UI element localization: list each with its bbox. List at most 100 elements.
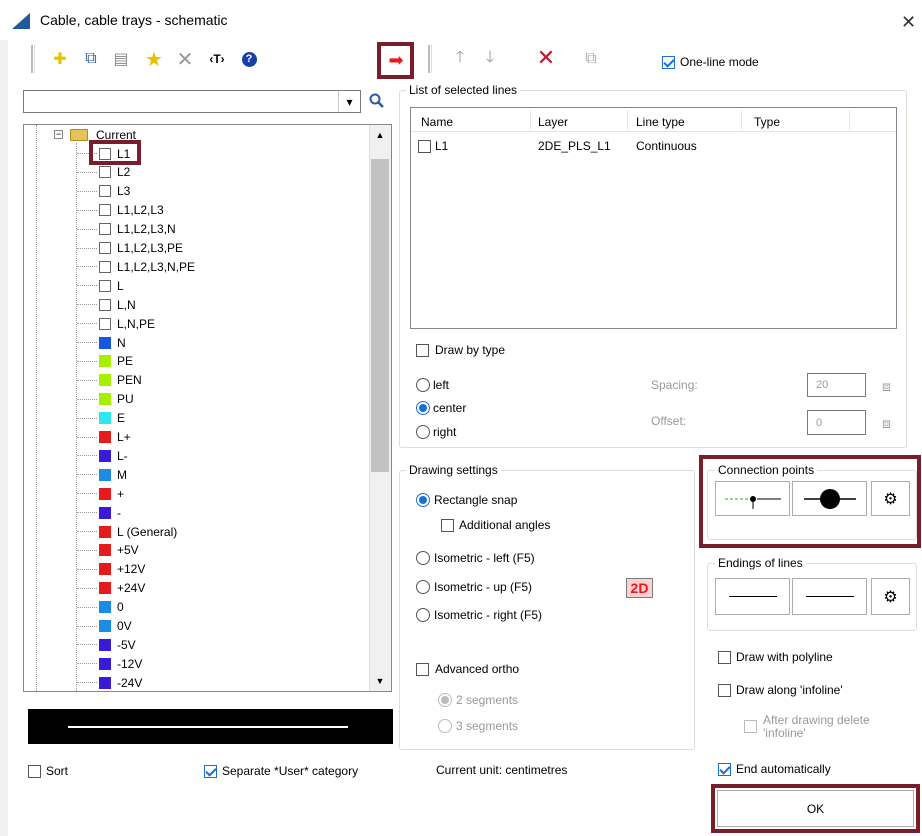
close-icon[interactable]: ✕	[901, 12, 916, 33]
sort-check[interactable]	[28, 764, 41, 778]
align-right-radio[interactable]: right	[416, 425, 456, 439]
tree-item[interactable]: PU	[77, 391, 134, 408]
align-left-dot[interactable]	[416, 378, 430, 392]
align-center-dot[interactable]	[416, 401, 430, 415]
separate-user-check[interactable]	[204, 764, 217, 778]
column-type[interactable]: Type	[754, 115, 780, 129]
advanced-ortho-checkbox[interactable]: Advanced ortho	[416, 662, 519, 676]
draw-polyline-check[interactable]	[718, 650, 731, 664]
tree-item[interactable]: L2	[77, 164, 130, 181]
move-down-icon[interactable]: 🡓	[477, 46, 503, 72]
iso-left-radio[interactable]: Isometric - left (F5)	[416, 551, 535, 565]
tree-item[interactable]: PE	[77, 353, 133, 370]
align-right-dot[interactable]	[416, 425, 430, 439]
rectangle-snap-radio[interactable]: Rectangle snap	[416, 493, 517, 507]
iso-right-dot[interactable]	[416, 608, 430, 622]
tree-item[interactable]: E	[77, 410, 125, 427]
iso-left-dot[interactable]	[416, 551, 430, 565]
tree-item[interactable]: +24V	[77, 580, 145, 597]
remove-icon[interactable]: ✕	[533, 45, 559, 71]
advanced-ortho-check[interactable]	[416, 662, 429, 676]
three-segments-dot[interactable]	[438, 719, 452, 733]
tree-item[interactable]: +5V	[77, 542, 139, 559]
iso-up-radio[interactable]: Isometric - up (F5)	[416, 580, 532, 594]
tree-item[interactable]: L1,L2,L3,N,PE	[77, 258, 195, 275]
tree-item[interactable]: L3	[77, 183, 130, 200]
end-auto-check[interactable]	[718, 762, 731, 776]
three-segments-radio[interactable]: 3 segments	[438, 719, 518, 733]
tree-item[interactable]: +12V	[77, 561, 145, 578]
draw-by-type-checkbox[interactable]: Draw by type	[416, 343, 505, 357]
draw-by-type-check[interactable]	[416, 343, 429, 357]
additional-angles-checkbox[interactable]: Additional angles	[441, 518, 550, 532]
ending-plain-button-2[interactable]	[792, 578, 867, 615]
help-icon[interactable]: ?	[236, 46, 262, 72]
rectangle-snap-dot[interactable]	[416, 493, 430, 507]
after-delete-check[interactable]	[744, 720, 757, 733]
ok-button[interactable]: OK	[717, 790, 914, 827]
ending-plain-button[interactable]	[715, 578, 790, 615]
tree-item[interactable]: L1,L2,L3	[77, 202, 164, 219]
two-segments-radio[interactable]: 2 segments	[438, 693, 518, 707]
connection-point-large-button[interactable]	[792, 481, 867, 516]
column-layer[interactable]: Layer	[538, 115, 568, 129]
sort-checkbox[interactable]: Sort	[28, 764, 68, 778]
separate-user-checkbox[interactable]: Separate *User* category	[204, 764, 358, 778]
scroll-down-icon[interactable]: ▼	[369, 671, 391, 691]
one-line-mode-checkbox[interactable]: One-line mode	[662, 55, 759, 69]
collapse-icon[interactable]: −	[54, 130, 63, 139]
draw-infoline-check[interactable]	[718, 683, 731, 697]
tree-item[interactable]: -5V	[77, 636, 136, 653]
pick-offset-icon[interactable]: ⧈	[882, 415, 891, 432]
tree-item[interactable]: L1,L2,L3,N	[77, 221, 176, 238]
scrollbar-thumb[interactable]	[371, 159, 389, 472]
table-row[interactable]: L1	[418, 139, 448, 153]
one-line-mode-check[interactable]	[662, 55, 675, 69]
offset-field[interactable]: 0	[807, 410, 866, 435]
star-icon[interactable]: ★	[141, 46, 167, 72]
tree-item[interactable]: L (General)	[77, 523, 177, 540]
tree-item[interactable]: M	[77, 466, 127, 483]
iso-right-radio[interactable]: Isometric - right (F5)	[416, 608, 542, 622]
tree-item[interactable]: PEN	[77, 372, 142, 389]
copy-icon[interactable]: ⧉	[78, 46, 104, 72]
draw-infoline-checkbox[interactable]: Draw along 'infoline'	[718, 683, 843, 697]
tree-item[interactable]: -	[77, 504, 121, 521]
delete-icon[interactable]: ✕	[172, 46, 198, 72]
copy-to-icon[interactable]: ⧉	[578, 46, 604, 72]
end-auto-checkbox[interactable]: End automatically	[718, 762, 831, 776]
draw-polyline-checkbox[interactable]: Draw with polyline	[718, 650, 833, 664]
chevron-down-icon[interactable]: ▾	[338, 91, 360, 112]
align-left-radio[interactable]: left	[416, 378, 449, 392]
tree-item[interactable]: -12V	[77, 655, 142, 672]
pick-spacing-icon[interactable]: ⧈	[882, 378, 891, 395]
tree-item[interactable]: L-	[77, 447, 128, 464]
two-segments-dot[interactable]	[438, 693, 452, 707]
text-icon[interactable]: ‹T›	[204, 46, 230, 72]
row-check[interactable]	[418, 139, 431, 153]
move-up-icon[interactable]: 🡑	[447, 46, 473, 72]
tree-item[interactable]: L	[77, 277, 124, 294]
arrow-right-icon[interactable]: ➡	[383, 47, 409, 73]
column-line-type[interactable]: Line type	[636, 115, 685, 129]
search-icon[interactable]	[366, 90, 388, 112]
search-input[interactable]	[23, 90, 361, 113]
line-type-tree[interactable]: − Current L1 L2 L3 L1,L2,L3 L1,L2,L3,N L1,L2,…	[23, 124, 392, 692]
iso-up-dot[interactable]	[416, 580, 430, 594]
after-delete-checkbox[interactable]: After drawing delete 'infoline'	[744, 714, 883, 740]
spacing-field[interactable]: 20	[807, 373, 866, 397]
endings-settings-icon[interactable]: ⚙	[871, 578, 910, 615]
tree-item[interactable]: L+	[77, 429, 131, 446]
mode-2d-badge[interactable]: 2D	[626, 578, 653, 598]
tree-item[interactable]: +	[77, 485, 124, 502]
column-name[interactable]: Name	[421, 115, 453, 129]
tree-item[interactable]: L1,L2,L3,PE	[77, 240, 183, 257]
tree-item[interactable]: L,N	[77, 296, 136, 313]
tree-item[interactable]: -24V	[77, 674, 142, 691]
scroll-up-icon[interactable]: ▲	[369, 125, 391, 145]
tree-item[interactable]: 0V	[77, 618, 132, 635]
tree-item[interactable]: L,N,PE	[77, 315, 155, 332]
properties-icon[interactable]: ▤	[108, 46, 134, 72]
tree-item[interactable]: 0	[77, 599, 124, 616]
tree-item[interactable]: N	[77, 334, 126, 351]
